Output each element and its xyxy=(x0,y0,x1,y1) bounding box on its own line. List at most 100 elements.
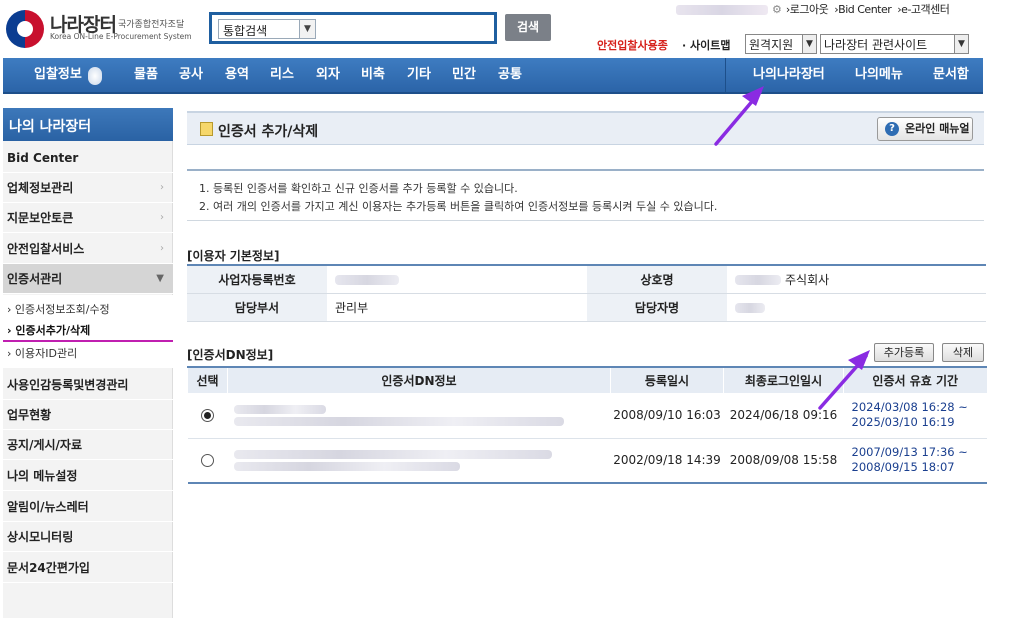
add-certificate-button[interactable]: 추가등록 xyxy=(874,343,934,362)
sidebar-item-my-menu-settings[interactable]: 나의 메뉴설정 xyxy=(3,461,173,491)
redacted-dn xyxy=(233,449,552,459)
table-row: 2002/09/18 14:39 2008/09/08 15:58 2007/0… xyxy=(187,438,987,484)
sidebar-item-fingerprint-token[interactable]: 지문보안토큰 › xyxy=(3,203,173,233)
left-sidebar: 나의 나라장터 Bid Center 업체정보관리 › 지문보안토큰 › 안전입… xyxy=(3,108,173,618)
sidebar-item-label: 공지/게시/자료 xyxy=(7,438,83,452)
company-value: 주식회사 xyxy=(785,272,830,287)
logout-link[interactable]: ›로그아웃 xyxy=(786,3,829,16)
redacted-value xyxy=(735,302,765,313)
table-row: 사업자등록번호 상호명 주식회사 xyxy=(187,265,986,294)
validity-cell: 2024/03/08 16:28 ~ 2025/03/10 16:19 xyxy=(843,393,987,439)
nav-my-narajangteo[interactable]: 나의나라장터 xyxy=(753,58,825,92)
sidebar-item-bid-center[interactable]: Bid Center xyxy=(3,143,173,173)
nav-lease[interactable]: 리스 xyxy=(270,58,294,92)
sidebar-item-safe-bid-service[interactable]: 안전입찰서비스 › xyxy=(3,234,173,264)
gear-icon[interactable]: ⚙ xyxy=(772,3,782,16)
sidebar-item-newsletter[interactable]: 알림이/뉴스레터 xyxy=(3,492,173,522)
page-header: 인증서 추가/삭제 ? 온라인 매뉴얼 xyxy=(187,111,984,145)
redacted-dn xyxy=(233,404,326,414)
mouse-icon xyxy=(88,67,102,85)
company-value-cell: 주식회사 xyxy=(727,265,986,294)
nav-my-menu[interactable]: 나의메뉴 xyxy=(855,58,903,92)
manager-value xyxy=(727,293,986,322)
certificate-dn-table: 선택 인증서DN정보 등록일시 최종로그인일시 인증서 유효 기간 2008/0… xyxy=(187,366,987,484)
delete-certificate-button[interactable]: 삭제 xyxy=(942,343,984,362)
sidebar-item-label: 상시모니터링 xyxy=(7,530,74,544)
bid-center-link[interactable]: ›Bid Center xyxy=(834,3,892,16)
remote-support-value: 원격지원 xyxy=(749,38,794,52)
nav-service[interactable]: 용역 xyxy=(225,58,249,92)
validity-cell: 2007/09/13 17:36 ~ 2008/09/15 18:07 xyxy=(843,438,987,484)
online-manual-label: 온라인 매뉴얼 xyxy=(905,122,970,135)
korea-emblem-logo[interactable] xyxy=(6,10,44,48)
row-select-radio[interactable] xyxy=(201,454,214,468)
online-manual-button[interactable]: ? 온라인 매뉴얼 xyxy=(877,117,973,141)
page-title: 인증서 추가/삭제 xyxy=(218,124,319,140)
nav-goods[interactable]: 물품 xyxy=(134,58,158,92)
user-name-redacted xyxy=(676,5,768,15)
dept-label: 담당부서 xyxy=(187,293,327,322)
customer-center-link[interactable]: ›e-고객센터 xyxy=(897,3,950,16)
biz-no-label: 사업자등록번호 xyxy=(187,265,327,294)
dn-info-cell xyxy=(227,438,611,484)
search-button[interactable]: 검색 xyxy=(505,14,551,41)
sidebar-item-label: 사용인감등록및변경관리 xyxy=(7,378,129,392)
logo-english-subtitle: Korea ON-Line E-Procurement System xyxy=(50,32,192,41)
chevron-right-icon: › xyxy=(160,212,164,223)
help-icon: ? xyxy=(885,122,899,136)
sidebar-item-work-status[interactable]: 업무현황 xyxy=(3,400,173,430)
top-utility-links: ⚙ ›로그아웃 ›Bid Center ›e-고객센터 xyxy=(676,1,982,16)
submenu-certificate-add-delete[interactable]: › 인증서추가/삭제 xyxy=(7,322,90,340)
safe-bid-link[interactable]: 안전입찰사용종 xyxy=(597,37,668,53)
table-header-row: 선택 인증서DN정보 등록일시 최종로그인일시 인증서 유효 기간 xyxy=(187,367,987,393)
company-label: 상호명 xyxy=(587,265,727,294)
certificate-submenu: › 인증서정보조회/수정 › 인증서추가/삭제 › 이용자ID관리 xyxy=(3,295,173,368)
guide-box: 1. 등록된 인증서를 확인하고 신규 인증서를 추가 등록할 수 있습니다. … xyxy=(187,169,984,221)
sidebar-item-label: 안전입찰서비스 xyxy=(7,242,85,256)
related-sites-value: 나라장터 관련사이트 xyxy=(824,38,928,52)
nav-construction[interactable]: 공사 xyxy=(179,58,203,92)
sidebar-item-company-info[interactable]: 업체정보관리 › xyxy=(3,173,173,203)
nav-foreign[interactable]: 외자 xyxy=(316,58,340,92)
logo-subtitle: 국가종합전자조달 xyxy=(118,20,185,30)
select-cell xyxy=(187,393,228,439)
col-select: 선택 xyxy=(187,367,228,393)
chevron-down-icon: ▼ xyxy=(802,35,816,53)
last-login-cell: 2024/06/18 09:16 xyxy=(723,393,844,439)
sidebar-title: 나의 나라장터 xyxy=(3,108,173,141)
submenu-user-id-management[interactable]: › 이용자ID관리 xyxy=(7,345,77,363)
dn-info-cell xyxy=(227,393,611,439)
nav-private[interactable]: 민간 xyxy=(452,58,476,92)
valid-to: 2008/09/15 18:07 xyxy=(851,460,955,475)
nav-bid-info[interactable]: 입찰정보 xyxy=(34,58,82,92)
related-sites-select[interactable]: 나라장터 관련사이트 ▼ xyxy=(820,34,969,54)
nav-stockpile[interactable]: 비축 xyxy=(361,58,385,92)
sidebar-item-seal-registration[interactable]: 사용인감등록및변경관리 xyxy=(3,370,173,400)
nav-etc[interactable]: 기타 xyxy=(407,58,431,92)
redacted-value xyxy=(735,275,781,286)
sidebar-item-notice-board[interactable]: 공지/게시/자료 xyxy=(3,430,173,460)
dept-value: 관리부 xyxy=(327,293,587,322)
sidebar-item-label: Bid Center xyxy=(7,151,79,165)
remote-support-select[interactable]: 원격지원 ▼ xyxy=(745,34,817,54)
registered-cell: 2002/09/18 14:39 xyxy=(610,438,724,484)
col-validity: 인증서 유효 기간 xyxy=(843,367,987,393)
sidebar-item-label: 문서24간편가입 xyxy=(7,561,90,575)
sidebar-item-label: 알림이/뉴스레터 xyxy=(7,500,89,514)
nav-common[interactable]: 공통 xyxy=(498,58,522,92)
nav-document-box[interactable]: 문서함 xyxy=(933,58,969,92)
sidebar-item-doc24-signup[interactable]: 문서24간편가입 xyxy=(3,553,173,583)
sidebar-item-certificate-management[interactable]: 인증서관리 ▼ xyxy=(3,264,173,294)
search-scope-value: 통합검색 xyxy=(223,24,268,38)
submenu-certificate-info[interactable]: › 인증서정보조회/수정 xyxy=(7,301,110,319)
row-select-radio[interactable] xyxy=(201,409,214,423)
table-row: 담당부서 관리부 담당자명 xyxy=(187,293,986,322)
last-login-cell: 2008/09/08 15:58 xyxy=(723,438,844,484)
dn-info-section-title: [인증서DN정보] xyxy=(187,348,274,362)
sidebar-item-monitoring[interactable]: 상시모니터링 xyxy=(3,522,173,552)
valid-from: 2024/03/08 16:28 ~ xyxy=(851,400,968,415)
sitemap-link[interactable]: · 사이트맵 xyxy=(682,37,731,53)
redacted-value xyxy=(335,274,399,285)
sidebar-item-label: 지문보안토큰 xyxy=(7,211,74,225)
search-scope-select[interactable]: 통합검색 ▼ xyxy=(218,19,316,39)
